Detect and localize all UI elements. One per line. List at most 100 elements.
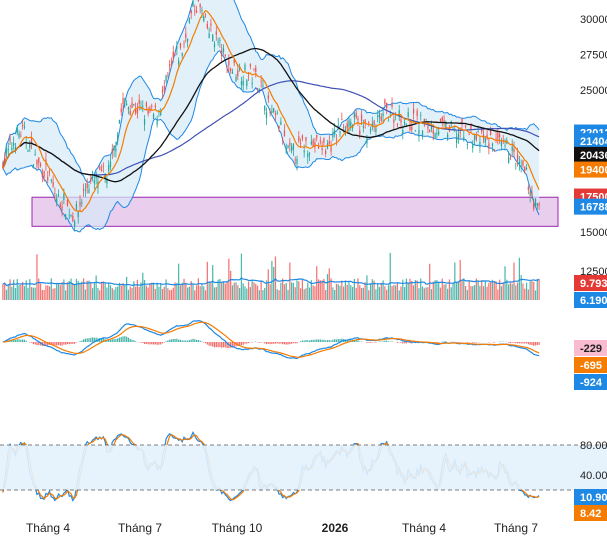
candle-body xyxy=(332,133,333,137)
volume-bar xyxy=(458,282,459,300)
candle-body xyxy=(298,136,299,141)
volume-bar xyxy=(417,280,418,300)
candle-body xyxy=(167,74,168,75)
volume-bar xyxy=(472,286,473,300)
volume-bar xyxy=(334,290,335,300)
volume-bar xyxy=(431,289,432,300)
volume-bar xyxy=(187,288,188,300)
macd-bar xyxy=(212,342,213,347)
macd-histogram xyxy=(4,336,540,348)
volume-bar xyxy=(443,285,444,300)
candle-body xyxy=(4,158,5,161)
volume-bar xyxy=(31,287,32,300)
macd-bar xyxy=(334,339,335,342)
candle-body xyxy=(467,144,468,145)
volume-bar xyxy=(146,286,147,300)
candle-body xyxy=(112,149,113,153)
volume-bar xyxy=(210,282,211,300)
volume-bar xyxy=(65,290,66,300)
candle-body xyxy=(465,125,466,127)
candle-body xyxy=(494,150,495,151)
volume-bar xyxy=(332,287,333,300)
candle-body xyxy=(404,122,405,125)
price-tick-label: 27500 xyxy=(580,50,607,62)
volume-bar xyxy=(293,283,294,300)
candle-body xyxy=(478,131,479,132)
candle-body xyxy=(384,100,385,105)
macd-bar xyxy=(113,339,114,342)
macd-bar xyxy=(79,341,80,342)
candle-body xyxy=(94,180,95,183)
macd-bar xyxy=(521,342,522,343)
volume-bar xyxy=(33,288,34,300)
volume-bar xyxy=(255,284,256,300)
candle-body xyxy=(259,89,260,90)
macd-bar xyxy=(61,342,62,346)
macd-bar xyxy=(269,342,270,344)
candle-body xyxy=(219,40,220,41)
volume-bar xyxy=(262,290,263,300)
candle-body xyxy=(345,129,346,130)
candle-body xyxy=(61,206,62,209)
candle-body xyxy=(393,120,394,123)
volume-bar xyxy=(192,285,193,300)
candle-body xyxy=(447,134,448,139)
candle-body xyxy=(434,134,435,138)
candle-body xyxy=(329,141,330,144)
macd-bar xyxy=(115,339,116,342)
candle-body xyxy=(309,153,310,154)
volume-bar xyxy=(115,287,116,300)
macd-bar xyxy=(243,342,244,345)
volume-bar xyxy=(488,283,489,300)
volume-bar xyxy=(40,284,41,300)
candle-body xyxy=(35,154,36,155)
volume-bar xyxy=(273,267,274,300)
volume-bar xyxy=(531,281,532,300)
candle-body xyxy=(422,131,423,137)
price-tick-label: 25000 xyxy=(580,85,607,97)
volume-bar xyxy=(393,285,394,300)
macd-bar xyxy=(259,342,260,343)
volume-bar xyxy=(492,280,493,300)
macd-bar xyxy=(368,342,369,343)
candle-body xyxy=(277,113,278,114)
macd-bar xyxy=(223,342,224,347)
macd-bar xyxy=(286,342,287,345)
macd-bar xyxy=(225,342,226,347)
chart-svg[interactable]: 150002500027500300001250080.0040.0022012… xyxy=(0,0,607,537)
candle-body xyxy=(286,148,287,153)
macd-bar xyxy=(219,342,220,347)
candle-body xyxy=(228,61,229,66)
volume-bar xyxy=(465,286,466,300)
macd-signal-badge: -695 xyxy=(580,360,602,372)
candle-body xyxy=(305,137,306,141)
volume-bar xyxy=(305,288,306,300)
macd-bar xyxy=(189,340,190,342)
macd-bar xyxy=(239,342,240,345)
macd-bar xyxy=(531,342,532,345)
volume-bar xyxy=(135,287,136,300)
candle-body xyxy=(78,212,79,217)
candle-body xyxy=(339,131,340,133)
candle-body xyxy=(284,131,285,137)
candle-body xyxy=(221,50,222,56)
volume-bar xyxy=(452,284,453,300)
volume-bar xyxy=(205,290,206,300)
candle-body xyxy=(128,108,129,110)
candle-body xyxy=(338,125,339,126)
macd-bar xyxy=(296,342,297,343)
candle-body xyxy=(110,162,111,167)
macd-bar xyxy=(467,342,468,343)
stock-chart[interactable]: 150002500027500300001250080.0040.0022012… xyxy=(0,0,607,537)
candle-body xyxy=(42,174,43,177)
volume-bar xyxy=(60,285,61,300)
candle-body xyxy=(531,192,532,196)
volume-bar xyxy=(139,287,140,300)
candle-body xyxy=(183,43,184,44)
candle-body xyxy=(117,135,118,141)
candle-body xyxy=(131,103,132,108)
volume-bar xyxy=(18,285,19,300)
volume-bar xyxy=(97,288,98,300)
candle-body xyxy=(538,203,539,205)
volume-bar xyxy=(377,283,378,300)
